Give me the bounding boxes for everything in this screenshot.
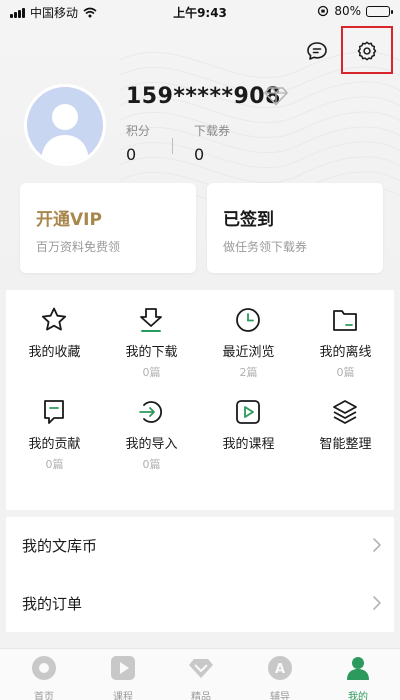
card-title: 已签到	[223, 210, 274, 230]
course-icon	[111, 656, 135, 680]
stat-divider	[172, 138, 173, 154]
list-item-coins[interactable]: 我的文库币	[6, 517, 394, 573]
diamond-icon[interactable]	[264, 86, 288, 106]
grid-item-label: 智能整理	[319, 437, 372, 452]
grid-item-downloads[interactable]: 我的下载 0篇	[103, 306, 200, 396]
grid-item-label: 我的离线	[319, 345, 372, 360]
grid-item-count: 2篇	[239, 366, 258, 379]
orientation-lock-icon	[318, 5, 329, 17]
open-vip-card[interactable]: 开通VIP 百万资料免费领	[20, 183, 196, 273]
play-icon	[236, 400, 260, 424]
list-item-label: 我的文库币	[22, 537, 98, 555]
contribution-icon	[44, 400, 64, 424]
default-avatar-icon	[27, 87, 103, 163]
grid-item-label: 我的课程	[222, 437, 275, 452]
grid-item-favorites[interactable]: 我的收藏	[6, 306, 103, 396]
svg-text:A: A	[275, 662, 285, 677]
tab-courses[interactable]: 课程	[83, 655, 163, 700]
settings-button[interactable]	[352, 36, 382, 66]
grid-item-label: 最近浏览	[222, 345, 275, 360]
grid-item-count: 0篇	[142, 458, 161, 471]
tab-premium[interactable]: 精品	[161, 655, 241, 700]
stat-points[interactable]: 积分 0	[126, 122, 194, 164]
chevron-right-icon	[373, 596, 381, 610]
grid-item-count: 0篇	[45, 458, 64, 471]
message-button[interactable]	[302, 36, 332, 66]
tab-label: 精品	[191, 692, 211, 700]
stat-value: 0	[126, 145, 137, 164]
grid-item-courses[interactable]: 我的课程	[200, 398, 297, 488]
stat-label: 下载券	[194, 124, 231, 138]
profile-icon	[347, 657, 369, 680]
grid-item-label: 我的下载	[125, 345, 178, 360]
grid-item-label: 我的贡献	[28, 437, 81, 452]
grid-item-contributions[interactable]: 我的贡献 0篇	[6, 398, 103, 488]
grid-item-label: 我的导入	[125, 437, 178, 452]
person-silhouette-icon	[41, 104, 89, 163]
card-title: 开通VIP	[36, 210, 102, 230]
grid-item-imports[interactable]: 我的导入 0篇	[103, 398, 200, 488]
diamond-icon	[189, 659, 213, 678]
list-item-label: 我的订单	[22, 595, 83, 613]
username: 159*****908	[126, 84, 281, 109]
grid-item-offline[interactable]: 我的离线 0篇	[297, 306, 394, 396]
profile-stats: 积分 0 下载券 0	[126, 122, 262, 164]
layers-icon	[333, 400, 357, 424]
clock-icon	[236, 308, 260, 332]
battery-percent: 80%	[334, 4, 361, 18]
status-bar: 中国移动 上午9:43 80%	[0, 0, 400, 24]
chevron-right-icon	[373, 538, 381, 552]
tab-tutoring[interactable]: A 辅导	[240, 655, 320, 700]
tab-label: 课程	[113, 692, 133, 700]
grid-item-label: 我的收藏	[28, 345, 81, 360]
card-subtitle: 百万资料免费领	[36, 240, 121, 254]
grid-item-recent[interactable]: 最近浏览 2篇	[200, 306, 297, 396]
bottom-tab-bar: 首页 课程 精品 A 辅导 我的	[0, 648, 400, 700]
home-icon	[32, 656, 56, 680]
stat-label: 积分	[126, 124, 151, 138]
grid-item-count: 0篇	[142, 366, 161, 379]
chat-bubble-icon	[307, 42, 327, 60]
feature-grid: 我的收藏 我的下载 0篇 最近浏览 2篇 我的离线 0篇 我的贡献 0篇 我的导…	[6, 290, 394, 510]
list-item-orders[interactable]: 我的订单	[6, 575, 394, 631]
account-list: 我的文库币 我的订单	[6, 517, 394, 632]
tab-label: 我的	[348, 692, 368, 700]
avatar[interactable]	[24, 84, 106, 166]
card-subtitle: 做任务领下载券	[223, 240, 308, 254]
grid-item-smart-organize[interactable]: 智能整理	[297, 398, 394, 488]
tab-label: 辅导	[270, 692, 290, 700]
battery-icon	[366, 5, 393, 17]
tutor-icon: A	[268, 656, 292, 680]
folder-icon	[333, 310, 357, 331]
import-icon	[139, 401, 163, 423]
grid-item-count: 0篇	[336, 366, 355, 379]
signin-card[interactable]: 已签到 做任务领下载券	[207, 183, 383, 273]
profile-page: 中国移动 上午9:43 80% 159*****908 积分 0 下载券 0 开…	[0, 0, 400, 700]
star-icon	[41, 307, 67, 331]
stat-download-vouchers[interactable]: 下载券 0	[194, 122, 262, 164]
tab-me[interactable]: 我的	[318, 655, 398, 700]
gear-icon	[357, 41, 377, 61]
tab-home[interactable]: 首页	[4, 655, 84, 700]
download-icon	[140, 308, 162, 332]
tab-label: 首页	[34, 692, 54, 700]
stat-value: 0	[194, 145, 205, 164]
